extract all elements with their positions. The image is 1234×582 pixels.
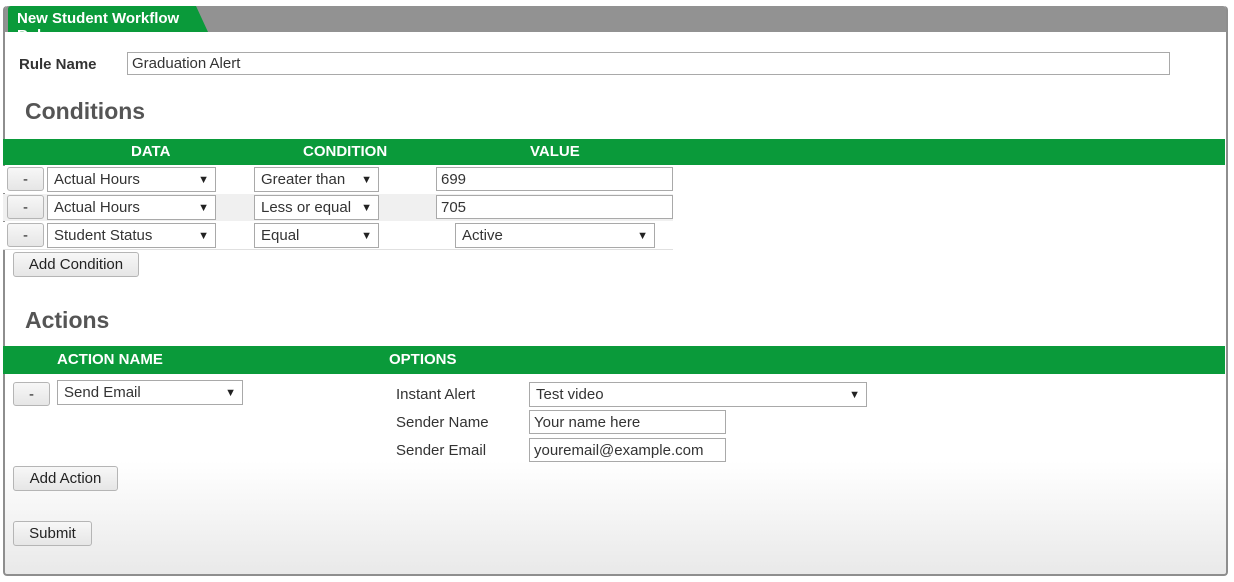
- sender-email-input[interactable]: [529, 438, 726, 462]
- triangle-down-icon: ▼: [198, 201, 209, 214]
- action-select[interactable]: Send Email ▼: [57, 380, 243, 405]
- triangle-down-icon: ▼: [225, 386, 236, 399]
- triangle-down-icon: ▼: [637, 229, 648, 242]
- conditions-heading: Conditions: [25, 98, 146, 124]
- conditions-header-bar: DATA CONDITION VALUE: [3, 139, 1225, 165]
- window-title: New Student Workflow Rule: [17, 10, 180, 44]
- col-header-action-name: ACTION NAME: [57, 351, 163, 368]
- col-header-options: OPTIONS: [389, 351, 457, 368]
- triangle-down-icon: ▼: [361, 229, 372, 242]
- remove-condition-button[interactable]: -: [7, 167, 44, 191]
- title-tab: New Student Workflow Rule: [8, 6, 208, 32]
- workflow-rule-panel: New Student Workflow Rule: [3, 6, 1228, 576]
- condition-data-value: Actual Hours: [54, 171, 140, 188]
- actions-heading: Actions: [25, 307, 110, 333]
- add-action-button[interactable]: Add Action: [13, 466, 118, 491]
- condition-value-input[interactable]: [436, 167, 673, 191]
- instant-alert-select[interactable]: Test video ▼: [529, 382, 867, 407]
- sender-name-input[interactable]: [529, 410, 726, 434]
- condition-value-select[interactable]: Active ▼: [455, 223, 655, 248]
- sender-email-label: Sender Email: [396, 442, 487, 459]
- condition-operator-select[interactable]: Less or equal ▼: [254, 195, 379, 220]
- condition-data-select[interactable]: Actual Hours ▼: [47, 195, 216, 220]
- rule-name-label: Rule Name: [19, 56, 97, 73]
- condition-operator-value: Less or equal: [261, 199, 352, 216]
- triangle-down-icon: ▼: [361, 173, 372, 186]
- triangle-down-icon: ▼: [849, 388, 860, 401]
- remove-condition-button[interactable]: -: [7, 223, 44, 247]
- instant-alert-label: Instant Alert: [396, 386, 476, 403]
- condition-value-selected: Active: [462, 227, 503, 244]
- col-header-value: VALUE: [530, 143, 580, 160]
- triangle-down-icon: ▼: [198, 173, 209, 186]
- triangle-down-icon: ▼: [361, 201, 372, 214]
- condition-operator-value: Equal: [261, 227, 300, 244]
- condition-data-value: Student Status: [54, 227, 153, 244]
- remove-condition-button[interactable]: -: [7, 195, 44, 219]
- action-select-value: Send Email: [64, 384, 141, 401]
- condition-operator-select[interactable]: Equal ▼: [254, 223, 379, 248]
- instant-alert-value: Test video: [536, 386, 604, 403]
- actions-header-bar: ACTION NAME OPTIONS: [3, 346, 1225, 374]
- submit-button[interactable]: Submit: [13, 521, 92, 546]
- sender-name-label: Sender Name: [396, 414, 489, 431]
- col-header-condition: CONDITION: [303, 143, 388, 160]
- condition-operator-value: Greater than: [261, 171, 346, 188]
- col-header-data: DATA: [131, 143, 171, 160]
- condition-data-value: Actual Hours: [54, 199, 140, 216]
- remove-action-button[interactable]: -: [13, 382, 50, 406]
- triangle-down-icon: ▼: [198, 229, 209, 242]
- condition-data-select[interactable]: Actual Hours ▼: [47, 167, 216, 192]
- condition-operator-select[interactable]: Greater than ▼: [254, 167, 379, 192]
- condition-data-select[interactable]: Student Status ▼: [47, 223, 216, 248]
- condition-value-input[interactable]: [436, 195, 673, 219]
- add-condition-button[interactable]: Add Condition: [13, 252, 139, 277]
- rule-name-input[interactable]: [127, 52, 1170, 75]
